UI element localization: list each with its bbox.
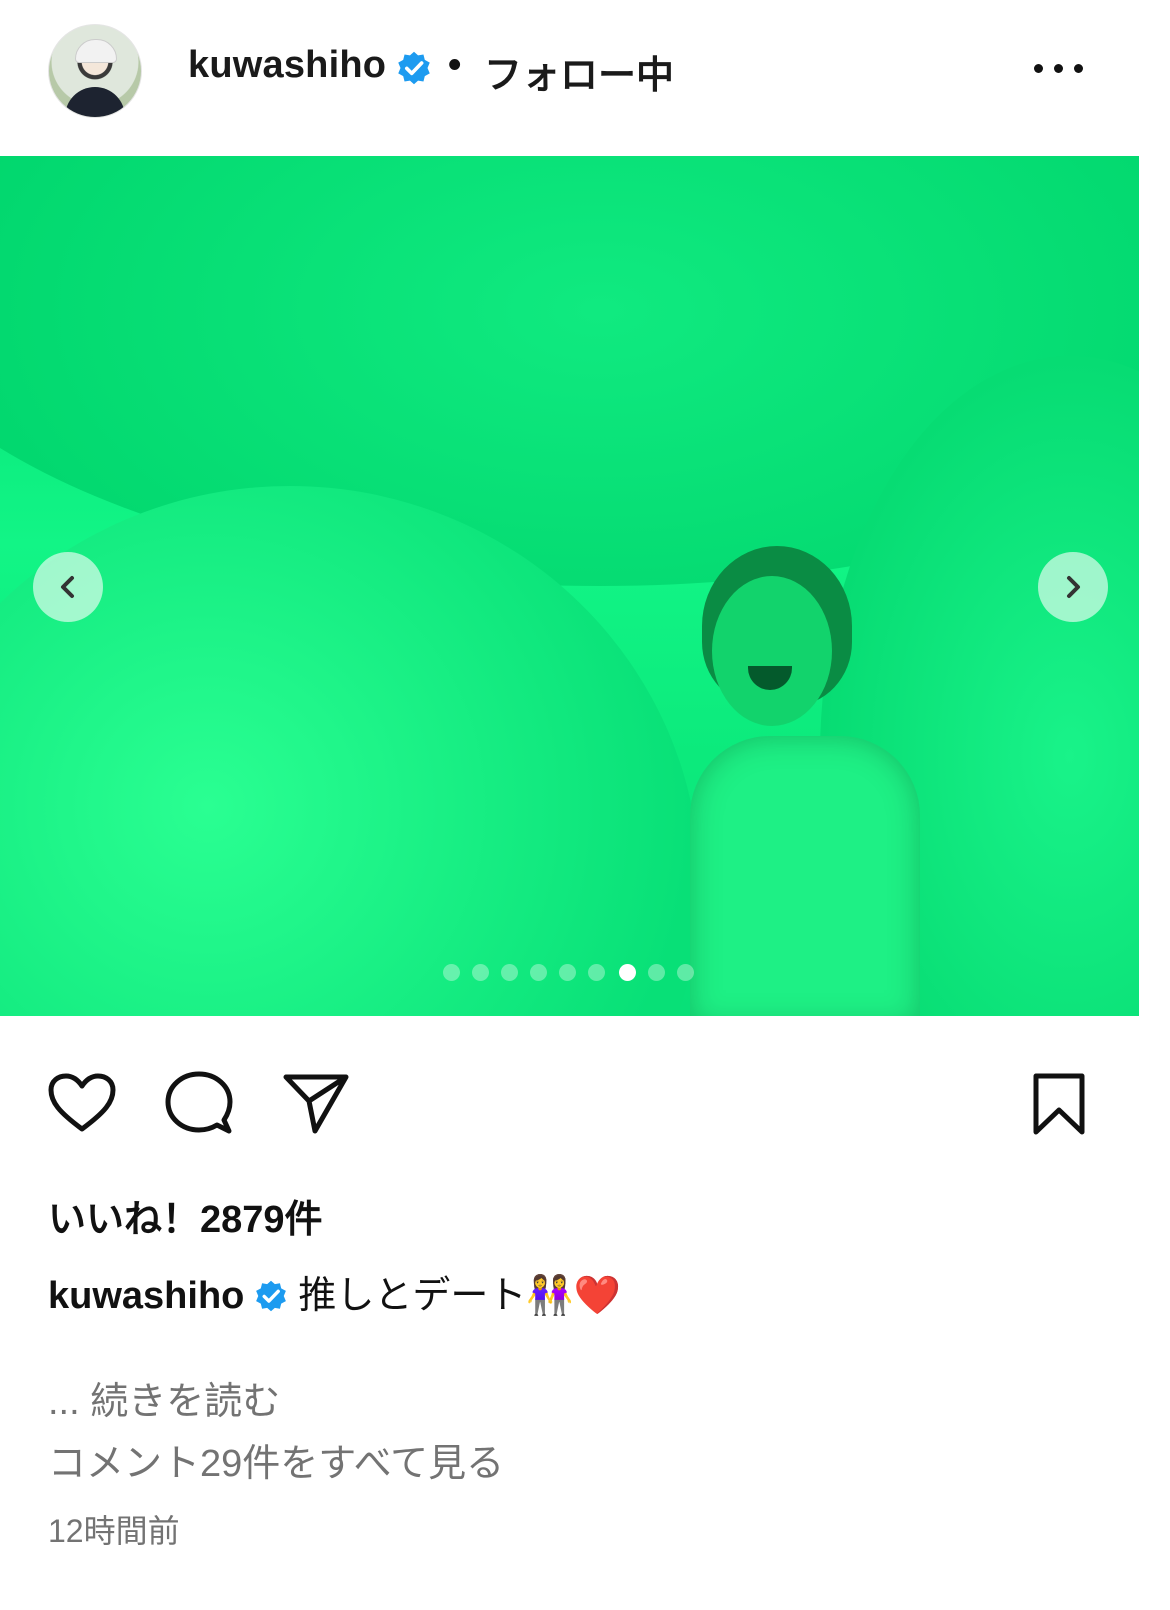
- carousel-dot: [677, 964, 694, 981]
- carousel-dot: [472, 964, 489, 981]
- heart-icon[interactable]: [47, 1072, 117, 1134]
- carousel-prev-button[interactable]: [33, 552, 103, 622]
- more-options-icon[interactable]: [1030, 50, 1086, 86]
- carousel-dot: [530, 964, 547, 981]
- verified-badge-icon: [256, 1280, 287, 1312]
- photo-person: [690, 546, 920, 1016]
- avatar[interactable]: [48, 24, 142, 118]
- post-action-bar: [0, 1060, 1170, 1150]
- carousel-dot: [443, 964, 460, 981]
- caption-text: 推しとデート👭❤️: [298, 1275, 622, 1317]
- post-caption: kuwashiho 推しとデート👭❤️: [48, 1264, 621, 1319]
- person-face: [712, 576, 832, 726]
- post-header: kuwashiho • フォロー中: [0, 0, 1170, 156]
- post-image-carousel[interactable]: [0, 156, 1139, 1016]
- caption-username[interactable]: kuwashiho: [48, 1275, 244, 1317]
- paper-plane-icon[interactable]: [282, 1072, 350, 1136]
- carousel-dot: [501, 964, 518, 981]
- person-sweater: [690, 736, 920, 1016]
- bookmark-icon[interactable]: [1030, 1072, 1088, 1136]
- header-separator: •: [448, 44, 462, 86]
- chevron-left-icon: [61, 576, 74, 598]
- carousel-dot: [588, 964, 605, 981]
- comment-bubble-icon[interactable]: [164, 1070, 234, 1138]
- read-more-link[interactable]: ... 続きを読む: [48, 1370, 280, 1425]
- carousel-dot: [559, 964, 576, 981]
- verified-badge-icon: [398, 51, 430, 85]
- likes-count[interactable]: いいね！2879件: [48, 1188, 323, 1243]
- carousel-dot-active: [619, 964, 636, 981]
- chevron-right-icon: [1067, 576, 1080, 598]
- view-comments-link[interactable]: コメント29件をすべて見る: [48, 1432, 504, 1487]
- avatar-cap-shape: [75, 39, 117, 63]
- following-button[interactable]: フォロー中: [484, 44, 674, 99]
- avatar-body-shape: [65, 87, 125, 117]
- username-link[interactable]: kuwashiho: [188, 44, 386, 87]
- carousel-next-button[interactable]: [1038, 552, 1108, 622]
- carousel-dot: [648, 964, 665, 981]
- post-timestamp: 12時間前: [48, 1513, 180, 1549]
